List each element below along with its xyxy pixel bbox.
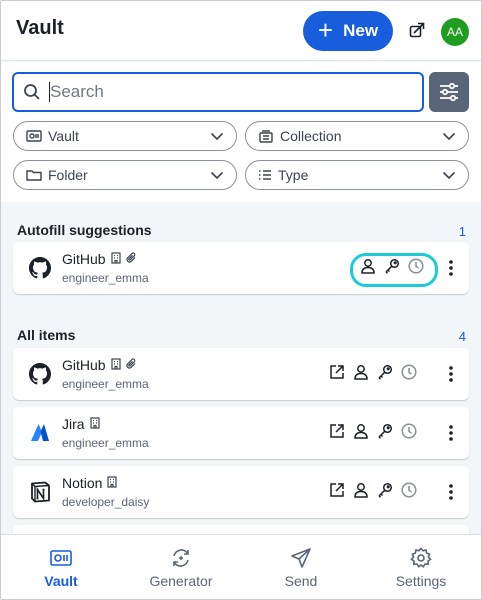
organization-icon [107, 475, 118, 491]
all-items-section-title: All items [17, 327, 76, 343]
more-options-icon[interactable] [445, 258, 457, 278]
nav-settings[interactable]: Settings [386, 535, 456, 599]
search-icon [23, 83, 41, 101]
copy-password-key-icon[interactable] [377, 481, 393, 499]
nav-send-label: Send [284, 573, 318, 589]
autofill-count: 1 [458, 224, 466, 239]
launch-website-icon[interactable] [329, 481, 345, 499]
copy-totp-clock-icon[interactable] [401, 481, 417, 499]
item-username: engineer_emma [62, 377, 149, 391]
launch-website-icon[interactable] [329, 363, 345, 381]
copy-username-icon[interactable] [353, 481, 369, 499]
item-name: Jira [62, 416, 85, 432]
page-title: Vault [16, 17, 64, 39]
search-input[interactable] [50, 82, 390, 102]
chevron-down-icon [210, 169, 224, 181]
quick-actions [329, 422, 417, 440]
quick-actions [329, 363, 417, 381]
more-options-icon[interactable] [445, 364, 457, 384]
nav-vault[interactable]: Vault [31, 535, 91, 599]
organization-icon [89, 416, 100, 432]
copy-username-icon[interactable] [353, 422, 369, 440]
filter-toggle-button[interactable] [429, 72, 469, 112]
folder-filter-dropdown[interactable]: Folder [13, 160, 237, 190]
organization-icon [110, 251, 121, 267]
item-username: developer_daisy [62, 495, 150, 509]
collection-filter-label: Collection [280, 128, 342, 144]
github-logo-icon [29, 257, 51, 279]
notion-logo-icon [29, 481, 51, 503]
search-field[interactable] [12, 72, 424, 112]
quick-actions [360, 257, 424, 275]
folder-icon [26, 168, 42, 182]
header: Vault + New AA [1, 1, 481, 61]
nav-send[interactable]: Send [271, 535, 331, 599]
chevron-down-icon [210, 130, 224, 142]
nav-vault-label: Vault [44, 573, 78, 589]
type-filter-dropdown[interactable]: Type [245, 160, 469, 190]
item-name: GitHub [62, 251, 106, 267]
copy-password-key-icon[interactable] [377, 363, 393, 381]
more-options-icon[interactable] [445, 482, 457, 502]
collection-icon [258, 129, 274, 143]
item-username: engineer_emma [62, 436, 149, 450]
search-filter-area: Vault Collection Folder [1, 62, 481, 202]
github-logo-icon [29, 363, 51, 385]
new-button[interactable]: + New [303, 11, 393, 51]
quick-actions [329, 481, 417, 499]
item-username: engineer_emma [62, 271, 149, 285]
chevron-down-icon [442, 130, 456, 142]
popout-window-icon[interactable] [407, 20, 427, 40]
sliders-icon [440, 82, 458, 102]
item-name-row: Jira [62, 416, 100, 432]
generator-icon [170, 547, 192, 569]
vault-icon [50, 547, 72, 569]
vault-filter-label: Vault [48, 128, 79, 144]
nav-settings-label: Settings [395, 573, 447, 589]
launch-website-icon[interactable] [329, 422, 345, 440]
item-name: GitHub [62, 357, 106, 373]
item-name: Notion [62, 475, 103, 491]
send-paper-plane-icon [290, 547, 312, 569]
copy-totp-clock-icon[interactable] [401, 363, 417, 381]
vault-icon [26, 129, 42, 143]
copy-username-icon[interactable] [360, 257, 376, 275]
vault-popup: Vault + New AA Search Vault Collection F… [0, 0, 482, 600]
avatar[interactable]: AA [441, 18, 469, 46]
nav-generator-label: Generator [149, 573, 213, 589]
copy-totp-clock-icon[interactable] [401, 422, 417, 440]
copy-username-icon[interactable] [353, 363, 369, 381]
plus-icon: + [317, 15, 334, 45]
jira-logo-icon [29, 422, 51, 444]
item-name-row: Notion [62, 475, 118, 491]
all-items-count: 4 [458, 329, 466, 344]
bottom-navigation: Vault Generator Send Settings [1, 534, 481, 599]
list-item-jira[interactable]: Jira engineer_emma [13, 407, 469, 459]
item-name-row: GitHub [62, 357, 137, 373]
list-item-github[interactable]: GitHub engineer_emma [13, 348, 469, 400]
nav-generator[interactable]: Generator [141, 535, 221, 599]
copy-password-key-icon[interactable] [377, 422, 393, 440]
copy-totp-clock-icon[interactable] [408, 257, 424, 275]
attachment-icon [126, 251, 137, 267]
autofill-item-github[interactable]: GitHub engineer_emma [13, 242, 469, 294]
organization-icon [110, 357, 121, 373]
item-name-row: GitHub [62, 251, 137, 267]
autofill-section-title: Autofill suggestions [17, 222, 152, 238]
type-filter-label: Type [278, 167, 309, 183]
more-options-icon[interactable] [445, 423, 457, 443]
folder-filter-label: Folder [48, 167, 88, 183]
new-button-label: New [343, 21, 379, 40]
copy-password-key-icon[interactable] [384, 257, 400, 275]
vault-filter-dropdown[interactable]: Vault [13, 121, 237, 151]
list-item-notion[interactable]: Notion developer_daisy [13, 466, 469, 518]
chevron-down-icon [442, 169, 456, 181]
list-icon [258, 169, 272, 181]
attachment-icon [126, 357, 137, 373]
collection-filter-dropdown[interactable]: Collection [245, 121, 469, 151]
gear-icon [410, 547, 432, 569]
